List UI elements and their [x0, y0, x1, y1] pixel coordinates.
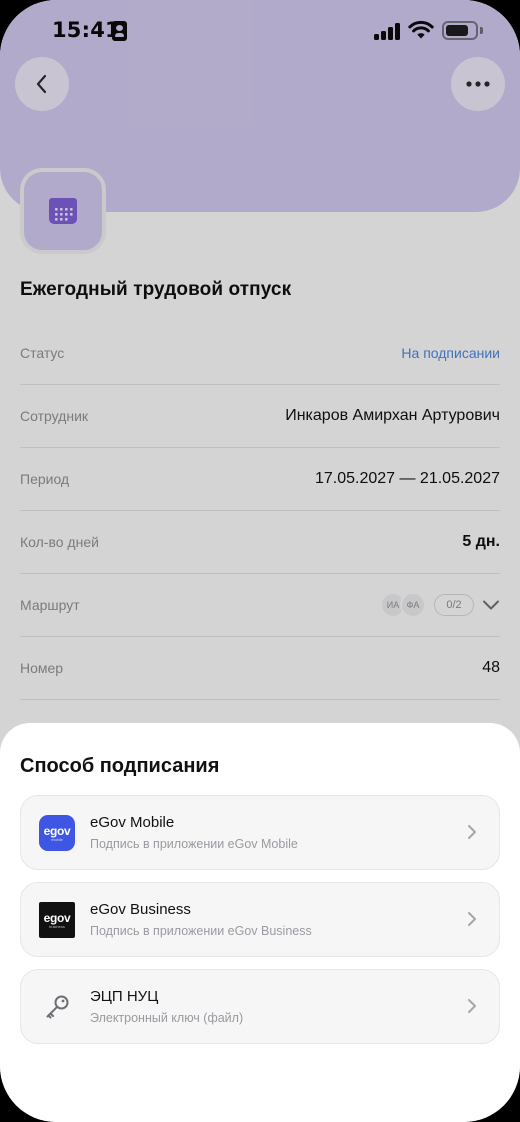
signing-method-sheet: Способ подписания egov mobile eGov Mobil…	[0, 723, 520, 1122]
egov-business-option[interactable]: egov business eGov Business Подпись в пр…	[20, 882, 500, 957]
key-icon	[39, 989, 75, 1025]
option-title: eGov Business	[90, 901, 191, 918]
option-subtitle: Подпись в приложении eGov Business	[90, 924, 312, 938]
option-subtitle: Электронный ключ (файл)	[90, 1011, 244, 1025]
egov-logo-subtext: business	[49, 923, 65, 929]
egov-mobile-option[interactable]: egov mobile eGov Mobile Подпись в прилож…	[20, 795, 500, 870]
ecp-nuc-option[interactable]: ЭЦП НУЦ Электронный ключ (файл)	[20, 969, 500, 1044]
chevron-right-icon	[467, 911, 477, 927]
egov-logo-subtext: mobile	[51, 836, 63, 842]
egov-business-logo: egov business	[39, 902, 75, 938]
chevron-right-icon	[467, 998, 477, 1014]
option-title: ЭЦП НУЦ	[90, 988, 159, 1005]
egov-logo-text: egov	[43, 823, 71, 838]
option-title: eGov Mobile	[90, 814, 175, 831]
option-subtitle: Подпись в приложении eGov Mobile	[90, 837, 298, 851]
phone-screen: 15:41 Ежегодный трудовой отпуск Статус Н…	[0, 0, 520, 1122]
sheet-title: Способ подписания	[20, 755, 220, 777]
chevron-right-icon	[467, 824, 477, 840]
egov-logo-text: egov	[43, 910, 71, 925]
egov-mobile-logo: egov mobile	[39, 815, 75, 851]
